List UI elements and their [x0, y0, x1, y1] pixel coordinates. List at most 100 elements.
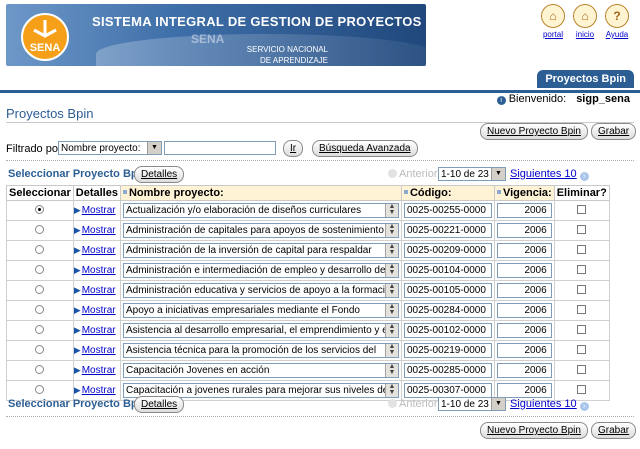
delete-checkbox[interactable]	[577, 264, 587, 274]
col-code[interactable]: Código:	[400, 185, 495, 201]
delete-checkbox[interactable]	[577, 324, 587, 334]
filter-value-input[interactable]	[164, 141, 276, 155]
show-details-link[interactable]: ▶Mostrar	[74, 285, 116, 296]
page-range-select-top[interactable]: 1-10 de 23 ▼	[438, 167, 506, 181]
show-label[interactable]: Mostrar	[82, 385, 116, 396]
details-button-top[interactable]: Detalles	[134, 166, 185, 183]
show-label[interactable]: Mostrar	[82, 325, 116, 336]
show-label[interactable]: Mostrar	[82, 305, 116, 316]
scroll-arrows-icon[interactable]: ▲ ▼	[384, 244, 398, 257]
show-details-link[interactable]: ▶Mostrar	[74, 205, 116, 216]
inicio-link[interactable]: ⌂ inicio	[570, 4, 600, 39]
project-year-field[interactable]: 2006	[496, 363, 552, 378]
project-code-field[interactable]: 0025-00102-0000	[403, 323, 492, 338]
project-year-field[interactable]: 2006	[496, 323, 552, 338]
show-details-link[interactable]: ▶Mostrar	[74, 345, 116, 356]
show-details-link[interactable]: ▶Mostrar	[74, 265, 116, 276]
page-range-select-bottom[interactable]: 1-10 de 23 ▼	[438, 397, 506, 411]
scroll-arrows-icon[interactable]: ▲ ▼	[384, 324, 398, 337]
project-name-field[interactable]: Administración de capitales para apoyos …	[122, 223, 399, 238]
col-name[interactable]: Nombre proyecto:	[119, 185, 402, 201]
show-details-link[interactable]: ▶Mostrar	[74, 385, 116, 396]
project-year-field[interactable]: 2006	[496, 263, 552, 278]
new-project-button-top[interactable]: Nuevo Proyecto Bpin	[480, 123, 588, 140]
project-name-field[interactable]: Asistencia técnica para la promoción de …	[122, 343, 399, 358]
project-name-field[interactable]: Actualización y/o elaboración de diseños…	[122, 203, 399, 218]
scroll-arrows-icon[interactable]: ▲ ▼	[384, 344, 398, 357]
next-page-top[interactable]: Siguientes 10 ›	[510, 168, 589, 181]
project-name-field[interactable]: Administración e intermediación de emple…	[122, 263, 399, 278]
project-code-field[interactable]: 0025-00104-0000	[403, 263, 492, 278]
show-details-link[interactable]: ▶Mostrar	[74, 225, 116, 236]
show-label[interactable]: Mostrar	[82, 225, 116, 236]
project-name-field[interactable]: Administración de la inversión de capita…	[122, 243, 399, 258]
select-radio[interactable]	[35, 364, 45, 374]
project-name-field[interactable]: Capacitación Jovenes en acción ▲ ▼	[122, 363, 399, 378]
delete-checkbox[interactable]	[577, 204, 587, 214]
project-name-field[interactable]: Asistencia al desarrollo empresarial, el…	[122, 323, 399, 338]
show-details-link[interactable]: ▶Mostrar	[74, 325, 116, 336]
select-radio[interactable]	[35, 384, 45, 394]
select-radio[interactable]	[35, 204, 45, 214]
project-year-field[interactable]: 2006	[496, 283, 552, 298]
project-year-field[interactable]: 2006	[496, 223, 552, 238]
select-radio[interactable]	[35, 304, 45, 314]
details-button-bottom[interactable]: Detalles	[134, 396, 185, 413]
scroll-arrows-icon[interactable]: ▲ ▼	[384, 364, 398, 377]
new-project-button-bottom[interactable]: Nuevo Proyecto Bpin	[480, 422, 588, 439]
help-icon[interactable]: ?	[605, 4, 629, 28]
delete-checkbox[interactable]	[577, 244, 587, 254]
save-button-top[interactable]: Grabar	[591, 123, 637, 140]
chevron-down-icon[interactable]: ▼	[491, 168, 505, 180]
delete-checkbox[interactable]	[577, 284, 587, 294]
project-year-field[interactable]: 2006	[496, 343, 552, 358]
project-code-field[interactable]: 0025-00219-0000	[403, 343, 492, 358]
chevron-down-icon[interactable]: ▼	[147, 142, 161, 154]
project-year-field[interactable]: 2006	[496, 303, 552, 318]
scroll-arrows-icon[interactable]: ▲ ▼	[384, 224, 398, 237]
chevron-down-icon[interactable]: ▼	[491, 398, 505, 410]
next-label[interactable]: Siguientes 10	[510, 398, 577, 410]
inicio-link-label[interactable]: inicio	[570, 30, 600, 39]
portal-link[interactable]: ⌂ portal	[538, 4, 568, 39]
select-radio[interactable]	[35, 224, 45, 234]
next-label[interactable]: Siguientes 10	[510, 168, 577, 180]
scroll-arrows-icon[interactable]: ▲ ▼	[384, 284, 398, 297]
project-code-field[interactable]: 0025-00285-0000	[403, 363, 492, 378]
show-details-link[interactable]: ▶Mostrar	[74, 245, 115, 256]
delete-checkbox[interactable]	[577, 364, 587, 374]
portal-link-label[interactable]: portal	[538, 30, 568, 39]
save-button-bottom[interactable]: Grabar	[591, 422, 637, 439]
delete-checkbox[interactable]	[577, 304, 587, 314]
go-button[interactable]: Ir	[283, 140, 304, 157]
filter-field-select[interactable]: Nombre proyecto: ▼	[58, 141, 162, 155]
select-radio[interactable]	[35, 284, 45, 294]
scroll-arrows-icon[interactable]: ▲ ▼	[384, 264, 398, 277]
col-year[interactable]: Vigencia:	[493, 185, 555, 201]
advanced-search-button[interactable]: Búsqueda Avanzada	[312, 140, 418, 157]
show-label[interactable]: Mostrar	[82, 365, 116, 376]
project-year-field[interactable]: 2006	[496, 243, 552, 258]
project-code-field[interactable]: 0025-00255-0000	[403, 203, 492, 218]
show-label[interactable]: Mostrar	[82, 345, 116, 356]
next-arrow-icon[interactable]: ›	[579, 172, 589, 181]
home-icon[interactable]: ⌂	[541, 4, 565, 28]
select-radio[interactable]	[35, 264, 45, 274]
help-link[interactable]: ? Ayuda	[602, 4, 632, 39]
project-code-field[interactable]: 0025-00284-0000	[403, 303, 492, 318]
delete-checkbox[interactable]	[577, 224, 587, 234]
show-label[interactable]: Mostrar	[82, 285, 116, 296]
show-label[interactable]: Mostrar	[82, 265, 116, 276]
next-page-bottom[interactable]: Siguientes 10 ›	[510, 398, 589, 411]
project-code-field[interactable]: 0025-00209-0000	[403, 243, 492, 258]
project-year-field[interactable]: 2006	[496, 203, 552, 218]
show-details-link[interactable]: ▶Mostrar	[74, 305, 116, 316]
scroll-arrows-icon[interactable]: ▲ ▼	[384, 204, 398, 217]
delete-checkbox[interactable]	[577, 384, 587, 394]
house-icon[interactable]: ⌂	[573, 4, 597, 28]
next-arrow-icon[interactable]: ›	[579, 402, 589, 411]
tab-proyectos-bpin[interactable]: Proyectos Bpin	[537, 70, 634, 88]
project-name-field[interactable]: Apoyo a iniciativas empresariales median…	[122, 303, 399, 318]
show-label[interactable]: Mostrar	[82, 205, 116, 216]
select-radio[interactable]	[35, 344, 45, 354]
